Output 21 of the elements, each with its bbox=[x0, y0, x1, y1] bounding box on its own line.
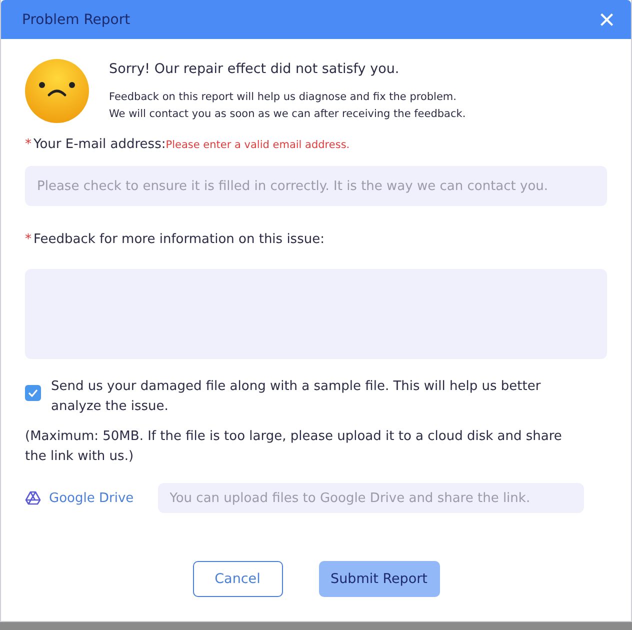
share-link-field[interactable]: You can upload files to Google Drive and share the link. bbox=[158, 483, 584, 513]
feedback-label: Feedback for more information on this issue: bbox=[34, 232, 324, 247]
required-mark: * bbox=[25, 137, 32, 152]
close-button[interactable]: × bbox=[598, 6, 615, 34]
required-mark: * bbox=[25, 232, 32, 247]
error-message: Please enter a valid email address. bbox=[166, 139, 350, 151]
sad-face-icon bbox=[25, 59, 89, 123]
email-label: Your E-mail address: bbox=[34, 137, 166, 152]
check-icon bbox=[28, 389, 38, 397]
size-note: (Maximum: 50MB. If the file is too large, please upload it to a cloud disk and share the link with us.) bbox=[25, 428, 563, 466]
submit-button[interactable]: Submit Report bbox=[318, 561, 440, 597]
google-drive-link[interactable]: Google Drive bbox=[49, 490, 134, 506]
intro-text: Feedback on this report will help us diagnose and fix the problem. bbox=[109, 90, 458, 105]
attach-label: Send us your damaged file along with a sample file. This will help us better analyze the issue. bbox=[51, 378, 542, 416]
email-field[interactable]: Please check to ensure it is filled in correctly. It is the way we can contact you. bbox=[25, 166, 607, 206]
apology-heading: Sorry! Our repair effect did not satisfy you. bbox=[109, 61, 400, 77]
checkbox[interactable] bbox=[25, 385, 41, 401]
intro-text: We will contact you as soon as we can after receiving the feedback. bbox=[109, 107, 466, 122]
cancel-button[interactable]: Cancel bbox=[192, 561, 282, 597]
window-title: Problem Report bbox=[22, 12, 130, 28]
drive-icon bbox=[25, 491, 41, 505]
